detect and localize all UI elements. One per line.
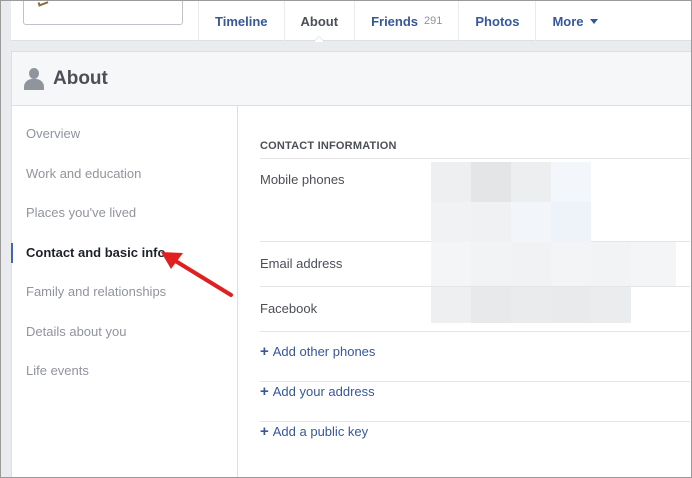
redacted-value <box>471 162 511 202</box>
redacted-value <box>591 242 631 286</box>
redacted-value <box>431 242 471 286</box>
tab-photos[interactable]: Photos <box>458 1 535 41</box>
add-link-label: Add a public key <box>272 424 369 439</box>
redacted-value <box>511 202 551 242</box>
profile-picture-fragment <box>37 1 49 7</box>
add-link-label: Add your address <box>272 384 375 399</box>
tab-label: Timeline <box>215 13 268 29</box>
plus-icon: + <box>260 383 269 400</box>
about-body: Overview Work and education Places you'v… <box>11 106 691 477</box>
redacted-value <box>431 202 471 242</box>
redacted-value <box>511 242 551 286</box>
profile-nav-bar: Timeline About Friends 291 Photos More <box>11 1 691 42</box>
redacted-value <box>511 162 551 202</box>
redacted-value <box>551 287 591 323</box>
screenshot-frame: Timeline About Friends 291 Photos More A… <box>0 0 692 478</box>
redacted-value <box>511 287 551 323</box>
redacted-value <box>591 287 631 323</box>
sidebar-item-life-events[interactable]: Life events <box>12 361 237 401</box>
redacted-value <box>471 242 511 286</box>
about-card: About Overview Work and education Places… <box>11 51 691 477</box>
plus-icon: + <box>260 423 269 440</box>
page-title: About <box>53 67 108 89</box>
sidebar-item-work-and-education[interactable]: Work and education <box>12 164 237 204</box>
tab-label: About <box>300 13 339 29</box>
email-row: Email address <box>260 242 690 287</box>
add-link-label: Add other phones <box>272 344 376 359</box>
facebook-row: Facebook <box>260 287 690 332</box>
row-label: Mobile phones <box>260 172 345 187</box>
redacted-value <box>471 202 511 242</box>
tab-more[interactable]: More <box>535 1 613 41</box>
sidebar-item-details-about-you[interactable]: Details about you <box>12 322 237 362</box>
redacted-value <box>471 287 511 323</box>
tab-label: Photos <box>475 13 520 29</box>
tab-label: Friends <box>371 13 419 29</box>
profile-tabs: Timeline About Friends 291 Photos More <box>198 1 614 42</box>
add-address-link[interactable]: + Add your address <box>260 382 690 422</box>
redacted-value <box>631 242 676 286</box>
plus-icon: + <box>260 343 269 360</box>
red-arrow-annotation-icon <box>161 252 233 297</box>
add-other-phones-link[interactable]: + Add other phones <box>260 342 690 382</box>
caret-down-icon <box>589 19 598 24</box>
person-icon <box>24 67 44 90</box>
tab-friends[interactable]: Friends 291 <box>354 1 458 41</box>
sidebar-item-overview[interactable]: Overview <box>12 124 237 164</box>
mobile-phones-row: Mobile phones <box>260 162 690 242</box>
friends-count: 291 <box>424 15 443 27</box>
contact-info-panel: CONTACT INFORMATION Mobile phones Email … <box>238 106 691 477</box>
tab-label: More <box>552 13 584 29</box>
redacted-value <box>431 162 471 202</box>
add-public-key-link[interactable]: + Add a public key <box>260 422 690 462</box>
row-label: Email address <box>260 256 343 271</box>
tab-about[interactable]: About <box>283 1 355 42</box>
row-label: Facebook <box>260 301 318 316</box>
sidebar-item-places-lived[interactable]: Places you've lived <box>12 203 237 243</box>
redacted-value <box>551 202 591 242</box>
redacted-value <box>551 242 591 286</box>
tab-timeline[interactable]: Timeline <box>198 1 284 41</box>
section-title: CONTACT INFORMATION <box>260 140 690 159</box>
redacted-value <box>551 162 591 202</box>
about-header: About <box>12 52 691 106</box>
profile-picture-thumbnail[interactable] <box>23 1 183 25</box>
redacted-value <box>431 287 471 323</box>
